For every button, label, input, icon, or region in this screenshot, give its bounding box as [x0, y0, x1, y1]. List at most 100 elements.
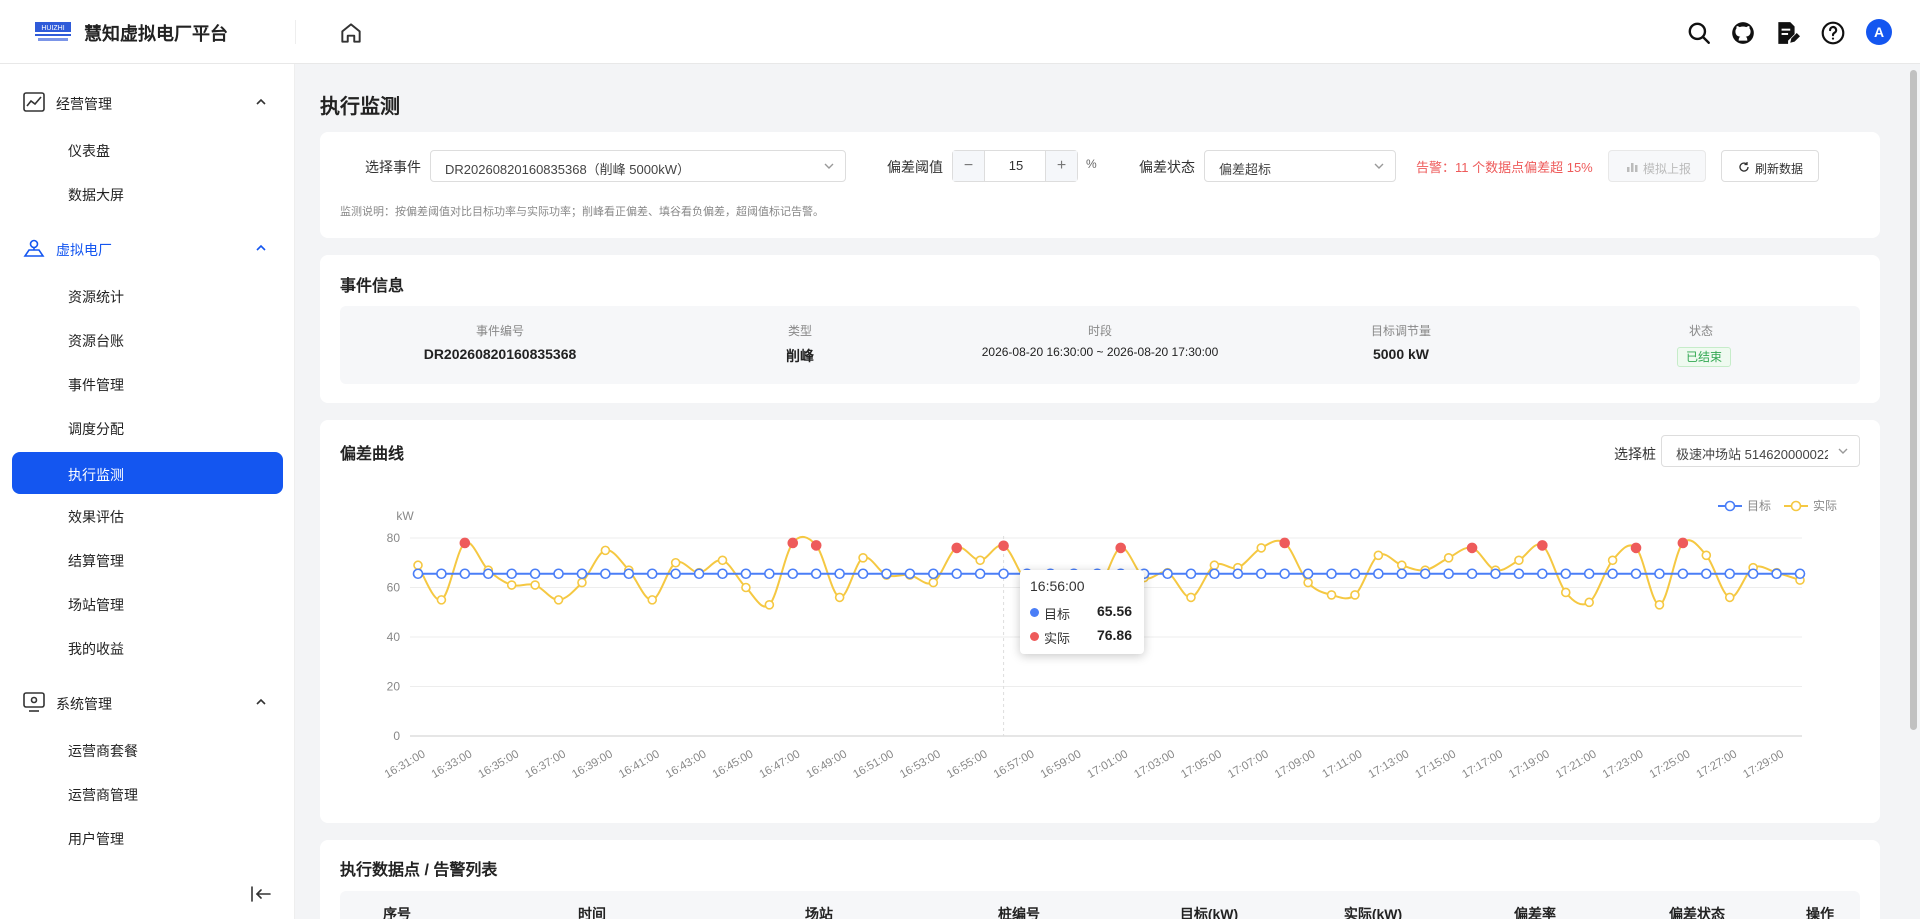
x-tick-label: 17:15:00: [1413, 748, 1458, 781]
column-header: 偏差状态: [1669, 906, 1725, 919]
actual-point: [670, 557, 681, 568]
x-tick-label: 17:01:00: [1085, 748, 1130, 781]
target-point: [787, 568, 799, 580]
actual-point: [436, 595, 447, 605]
target-point: [1396, 568, 1408, 580]
x-tick-label: 16:49:00: [804, 748, 849, 781]
table-title: 执行数据点 / 告警列表: [340, 862, 498, 879]
target-point: [1747, 568, 1759, 580]
x-tick-label: 17:29:00: [1741, 748, 1786, 781]
target-point: [600, 568, 611, 580]
target-point: [1701, 568, 1712, 580]
column-header: 序号: [383, 906, 411, 919]
target-point: [1302, 568, 1314, 580]
x-tick-label: 16:31:00: [383, 748, 428, 781]
actual-point: [1607, 555, 1618, 566]
target-point: [1677, 568, 1689, 580]
y-axis-label: kW: [396, 509, 414, 523]
target-point: [1209, 568, 1220, 580]
target-point: [1724, 568, 1736, 580]
actual-point: [1396, 560, 1407, 571]
target-point: [1185, 568, 1197, 580]
x-tick-label: 17:27:00: [1694, 748, 1739, 781]
column-header: 时间: [578, 906, 606, 919]
deviation-chart[interactable]: 0 20 40 60 80 kW 16:31:00 16:33:00 16:35:00 16:37…: [0, 0, 1920, 919]
actual-alert-point: [1279, 537, 1290, 549]
x-tick-label: 17:13:00: [1367, 748, 1412, 781]
legend-actual-marker: [1790, 500, 1802, 512]
target-point: [576, 568, 588, 580]
actual-alert-point: [998, 540, 1009, 552]
target-point: [482, 568, 494, 580]
actual-alert-point: [1677, 537, 1689, 549]
actual-alert-point: [810, 540, 822, 551]
actual-point: [1514, 555, 1524, 566]
legend-actual-label: 实际: [1813, 498, 1837, 513]
target-point: [412, 568, 424, 580]
x-tick-label: 17:17:00: [1460, 748, 1505, 781]
actual-point: [1209, 560, 1220, 571]
actual-point: [928, 577, 939, 588]
y-tick-label: 40: [387, 630, 401, 644]
target-point: [1255, 568, 1267, 580]
x-tick-label: 16:35:00: [476, 748, 521, 781]
tooltip-target-dot: [1030, 608, 1039, 617]
target-point: [670, 568, 681, 580]
actual-alert-point: [1630, 542, 1642, 554]
column-header: 场站: [805, 906, 833, 919]
target-point: [1419, 568, 1431, 580]
actual-alert-point: [787, 537, 799, 549]
x-tick-label: 16:45:00: [711, 748, 756, 781]
target-point: [1794, 568, 1806, 580]
x-tick-label: 16:59:00: [1039, 748, 1084, 781]
tooltip-target-value: 65.56: [1096, 603, 1132, 619]
actual-point: [1701, 550, 1712, 561]
x-tick-label: 17:07:00: [1226, 748, 1271, 781]
column-header: 实际(kW): [1343, 906, 1403, 919]
tooltip-actual-value: 76.86: [1096, 627, 1132, 643]
actual-point: [506, 580, 517, 590]
column-header: 操作: [1806, 906, 1834, 919]
target-point: [646, 568, 658, 580]
target-point: [1279, 568, 1290, 580]
x-tick-label: 17:05:00: [1179, 748, 1224, 781]
actual-point: [1350, 590, 1360, 600]
x-tick-label: 17:23:00: [1601, 748, 1646, 781]
target-point: [904, 568, 916, 580]
target-point: [974, 568, 986, 580]
actual-point: [530, 580, 540, 590]
target-point: [1373, 568, 1384, 580]
y-tick-label: 0: [393, 729, 400, 743]
target-point: [693, 568, 705, 580]
actual-point: [600, 545, 611, 556]
actual-alert-point: [951, 542, 963, 554]
target-point: [928, 568, 939, 580]
actual-point: [1326, 590, 1337, 600]
actual-point: [1654, 600, 1665, 610]
target-point: [1630, 568, 1642, 580]
actual-point: [1724, 592, 1735, 603]
target-point: [1326, 568, 1337, 580]
actual-point: [1443, 552, 1454, 563]
x-tick-label: 17:19:00: [1507, 748, 1552, 781]
target-point: [1560, 568, 1572, 580]
legend-target-label: 目标: [1747, 499, 1771, 513]
x-tick-label: 16:37:00: [523, 748, 568, 781]
column-header: 桩编号: [998, 906, 1040, 919]
tooltip-time: 16:56:00: [1030, 578, 1085, 594]
target-point: [834, 568, 845, 580]
actual-point: [1373, 550, 1384, 561]
x-tick-label: 16:57:00: [992, 748, 1037, 781]
tooltip-target-label: 目标: [1044, 607, 1071, 622]
x-tick-label: 16:39:00: [570, 748, 615, 781]
y-tick-label: 60: [387, 581, 401, 595]
actual-point: [1560, 587, 1571, 598]
legend-target-marker: [1724, 500, 1736, 512]
actual-point: [1256, 543, 1267, 553]
actual-point: [1584, 597, 1594, 608]
target-point: [1537, 568, 1548, 580]
actual-point: [1186, 592, 1196, 603]
target-point: [459, 568, 471, 580]
chart-tooltip: 16:56:00 目标 65.56 实际 76.86: [1020, 570, 1144, 654]
target-point: [506, 568, 517, 580]
